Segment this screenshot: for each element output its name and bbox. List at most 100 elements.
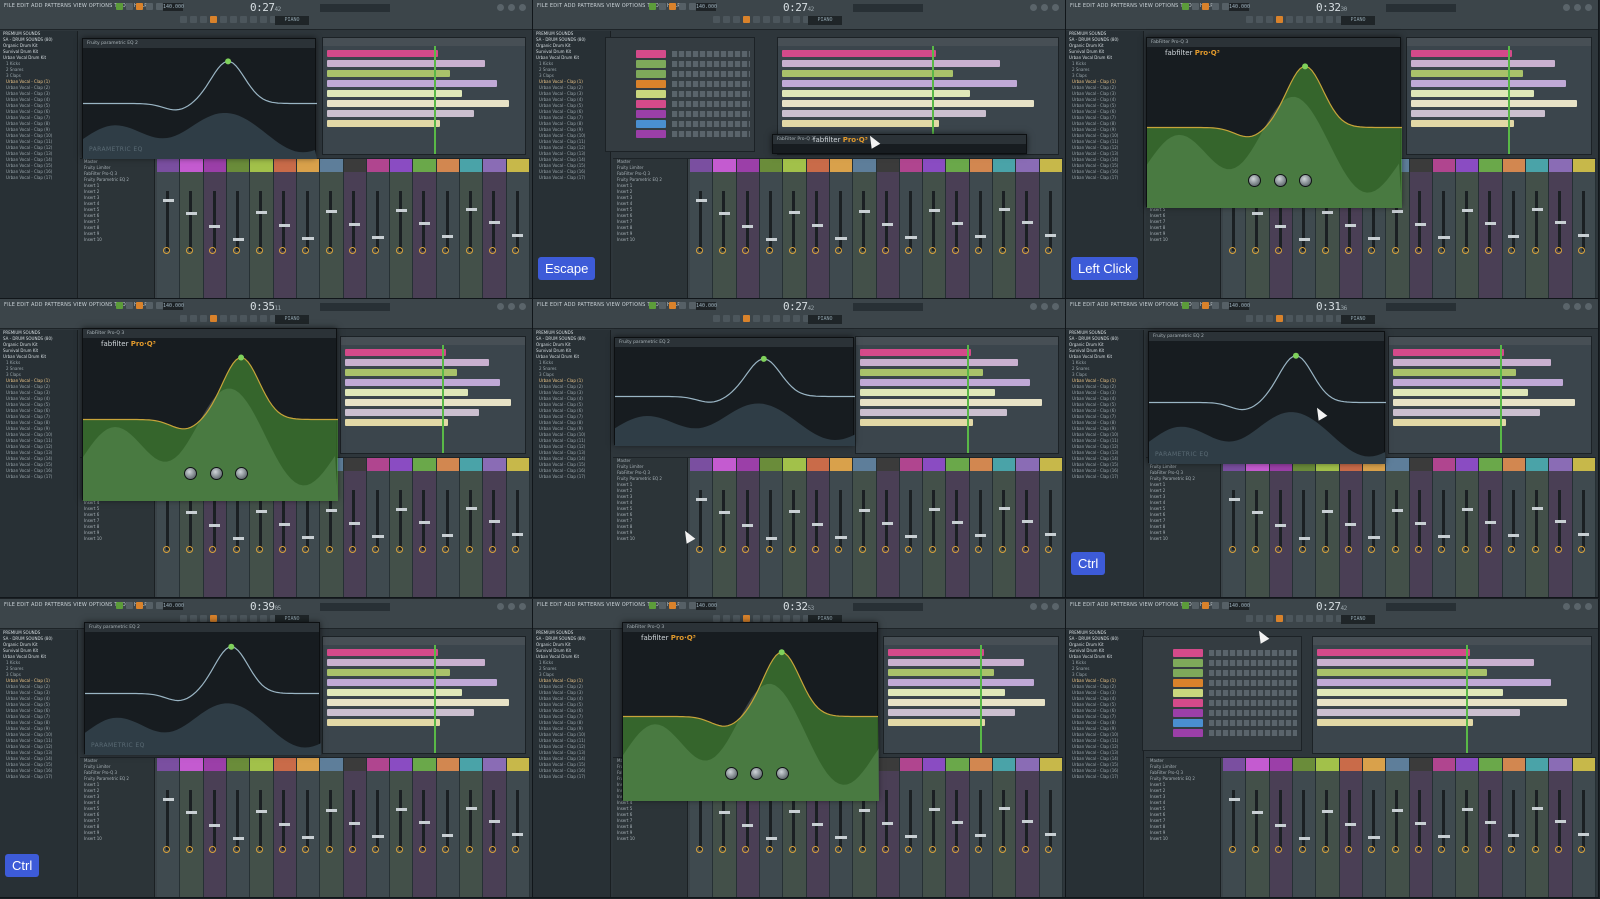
playlist-clip[interactable] <box>1393 399 1575 406</box>
playlist-clip[interactable] <box>327 719 441 726</box>
channel-button[interactable] <box>636 90 666 98</box>
toolbar-shortcut-icon[interactable] <box>1306 16 1313 23</box>
eq-curve-display[interactable] <box>85 632 321 755</box>
mixer-track[interactable] <box>1549 458 1573 597</box>
playlist-clip[interactable] <box>782 50 936 57</box>
mixer-track[interactable] <box>1292 758 1317 897</box>
record-icon[interactable] <box>669 3 676 10</box>
send-knob[interactable] <box>1531 546 1539 553</box>
mixer-track[interactable] <box>203 758 227 897</box>
close-icon[interactable] <box>1052 303 1059 310</box>
step-sequencer-row[interactable] <box>1209 730 1297 736</box>
mixer-track[interactable] <box>783 159 807 298</box>
send-knob[interactable] <box>419 846 427 853</box>
toolbar-shortcut-icon[interactable] <box>200 315 207 322</box>
volume-fader[interactable] <box>928 508 940 511</box>
send-knob[interactable] <box>209 247 217 254</box>
playlist-clip[interactable] <box>1393 389 1529 396</box>
volume-fader[interactable] <box>695 199 707 202</box>
eq-response-curve[interactable] <box>1149 355 1386 411</box>
stop-icon[interactable] <box>1192 602 1199 609</box>
volume-fader[interactable] <box>812 224 824 227</box>
mixer-track[interactable] <box>1362 458 1387 597</box>
playlist-clip[interactable] <box>345 359 489 366</box>
mixer-track[interactable] <box>1339 758 1363 897</box>
browser-item[interactable]: Urban Vocal - Clap (17) <box>1066 175 1143 181</box>
volume-fader[interactable] <box>255 211 267 214</box>
send-knob[interactable] <box>1045 546 1053 553</box>
mixer-track[interactable] <box>829 458 854 597</box>
playlist-clip[interactable] <box>327 709 475 716</box>
playlist-clip[interactable] <box>327 669 451 676</box>
send-knob[interactable] <box>905 846 913 853</box>
send-knob[interactable] <box>858 846 866 853</box>
mixer-track[interactable] <box>180 159 204 298</box>
send-knob[interactable] <box>1345 846 1353 853</box>
volume-fader[interactable] <box>349 522 361 525</box>
mixer-track[interactable] <box>993 458 1017 597</box>
volume-fader[interactable] <box>1508 235 1520 238</box>
volume-fader[interactable] <box>1554 221 1567 224</box>
playlist-clip[interactable] <box>345 349 447 356</box>
send-knob[interactable] <box>1554 846 1562 853</box>
volume-fader[interactable] <box>395 508 407 511</box>
browser-item[interactable]: Urban Vocal - Clap (17) <box>0 474 77 480</box>
mixer-track[interactable] <box>366 458 391 597</box>
toolbar-shortcut-icon[interactable] <box>793 615 800 622</box>
volume-fader[interactable] <box>488 520 501 523</box>
toolbar-shortcut-icon[interactable] <box>1326 315 1333 322</box>
toolbar-shortcut-icon[interactable] <box>220 315 227 322</box>
send-knob[interactable] <box>928 846 936 853</box>
send-knob[interactable] <box>1251 546 1259 553</box>
playlist-clip[interactable] <box>327 649 439 656</box>
volume-fader[interactable] <box>372 236 384 239</box>
mixer-track[interactable] <box>1386 758 1410 897</box>
send-knob[interactable] <box>788 846 796 853</box>
plugin-titlebar[interactable]: Fruity parametric EQ 2 <box>85 623 319 632</box>
play-icon[interactable] <box>116 3 123 10</box>
toolbar-shortcut-icon[interactable] <box>250 615 257 622</box>
send-knob[interactable] <box>349 247 357 254</box>
playlist-clip[interactable] <box>1317 669 1487 676</box>
effect-slot[interactable]: Insert 10 <box>1146 237 1220 243</box>
send-knob[interactable] <box>788 546 796 553</box>
playhead[interactable] <box>434 645 437 753</box>
volume-fader[interactable] <box>465 208 477 211</box>
send-knob[interactable] <box>1461 546 1469 553</box>
playlist-clip[interactable] <box>860 369 984 376</box>
eq-curve-display[interactable] <box>83 48 317 159</box>
mixer-track[interactable] <box>1456 758 1480 897</box>
send-knob[interactable] <box>395 546 403 553</box>
toolbar-shortcut-icon[interactable] <box>220 16 227 23</box>
send-knob[interactable] <box>952 247 960 254</box>
playhead[interactable] <box>434 46 437 154</box>
volume-fader[interactable] <box>302 237 314 240</box>
send-knob[interactable] <box>835 546 843 553</box>
toolbar-shortcut-icon[interactable] <box>220 615 227 622</box>
volume-fader[interactable] <box>349 822 361 825</box>
mixer-track[interactable] <box>806 458 830 597</box>
playlist-clip[interactable] <box>888 649 984 656</box>
send-knob[interactable] <box>1391 846 1399 853</box>
volume-fader[interactable] <box>788 510 800 513</box>
volume-fader[interactable] <box>1321 211 1333 214</box>
metronome-icon[interactable] <box>156 302 163 309</box>
stop-icon[interactable] <box>659 602 666 609</box>
eq-band-node[interactable] <box>1302 63 1309 70</box>
toolbar-shortcut-icon[interactable] <box>190 315 197 322</box>
record-icon[interactable] <box>1202 302 1209 309</box>
playlist-clip[interactable] <box>782 80 1018 87</box>
send-knob[interactable] <box>812 546 820 553</box>
tempo-display[interactable]: 140.000 <box>1229 3 1250 11</box>
volume-fader[interactable] <box>975 534 987 537</box>
mixer-track[interactable] <box>1432 458 1457 597</box>
volume-fader[interactable] <box>1508 534 1520 537</box>
step-sequencer-row[interactable] <box>1209 650 1297 656</box>
eq-band-node[interactable] <box>1292 352 1299 359</box>
send-knob[interactable] <box>765 846 773 853</box>
playlist-clip[interactable] <box>1393 349 1505 356</box>
pattern-selector[interactable]: PIANO <box>808 16 842 25</box>
send-knob[interactable] <box>1021 846 1029 853</box>
volume-fader[interactable] <box>1345 224 1357 227</box>
volume-fader[interactable] <box>1578 533 1590 536</box>
